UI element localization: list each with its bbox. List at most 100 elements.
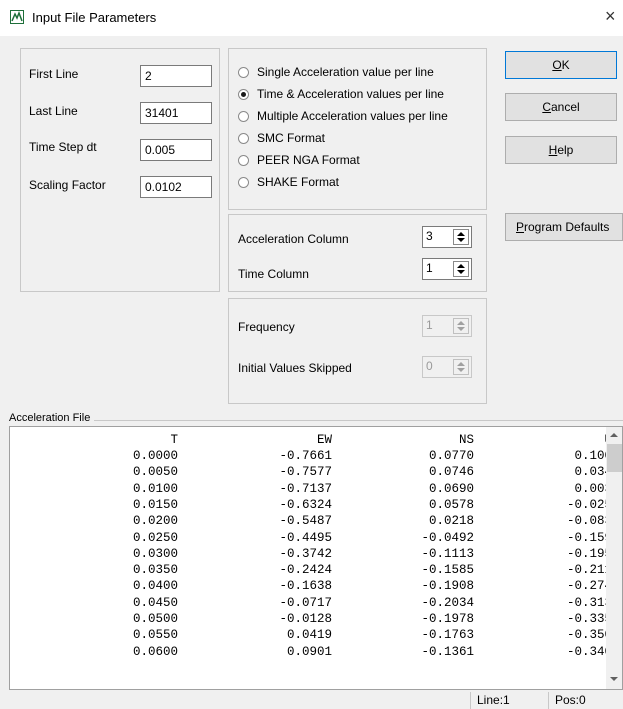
cancel-mnemonic: C — [542, 100, 551, 114]
table-cell: -0.1585 — [421, 563, 474, 578]
table-cell: 0.0200 — [132, 514, 178, 529]
table-row: 0.0450 -0.0717 -0.2034 -0.313 — [10, 595, 612, 610]
spinner-arrows-icon[interactable] — [453, 261, 469, 277]
status-bar: Line:1 Pos:0 — [0, 690, 623, 709]
table-cell: -0.2424 — [279, 563, 332, 578]
skipped-spinner[interactable]: 0 — [422, 356, 472, 378]
frequency-group — [228, 298, 487, 404]
table-cell: 0.0300 — [132, 546, 178, 561]
spinner-value: 1 — [426, 318, 433, 332]
table-cell: 0.0746 — [428, 465, 474, 480]
header-t: T — [170, 433, 178, 447]
header-ns: NS — [458, 433, 474, 447]
radio-single[interactable]: Single Acceleration value per line — [238, 61, 448, 83]
table-cell: -0.0492 — [421, 530, 474, 545]
acceleration-column-label: Acceleration Column — [238, 232, 349, 246]
ok-label: K — [561, 58, 570, 72]
table-cell: 0.0100 — [132, 481, 178, 496]
window-title: Input File Parameters — [32, 10, 157, 25]
scroll-thumb[interactable] — [607, 444, 622, 472]
header-row: T EW NS U — [10, 433, 612, 447]
frequency-label: Frequency — [238, 320, 295, 334]
table-cell: 0.0600 — [132, 644, 178, 659]
table-row: 0.0050 -0.7577 0.0746 0.034 — [10, 465, 612, 480]
radio-label: Single Acceleration value per line — [257, 65, 434, 79]
radio-button[interactable] — [238, 154, 249, 166]
header-ew: EW — [316, 433, 332, 447]
scaling-factor-label: Scaling Factor — [29, 178, 106, 192]
table-row: 0.0250 -0.4495 -0.0492 -0.159 — [10, 530, 612, 545]
scroll-down-icon[interactable] — [610, 677, 618, 681]
table-cell: -0.4495 — [279, 530, 332, 545]
last-line-label: Last Line — [29, 104, 78, 118]
cancel-button[interactable]: Cancel — [505, 93, 617, 121]
cancel-label: ancel — [550, 100, 580, 114]
radio-button[interactable] — [238, 132, 249, 144]
ok-button[interactable]: OK — [505, 51, 617, 79]
table-row: 0.0000 -0.7661 0.0770 0.100 — [10, 449, 612, 463]
time-step-field[interactable]: 0.005 — [140, 139, 212, 161]
radio-label: SHAKE Format — [257, 175, 340, 189]
radio-label: PEER NGA Format — [257, 153, 360, 167]
table-cell: -0.2034 — [421, 595, 474, 610]
table-row: 0.0200 -0.5487 0.0218 -0.083 — [10, 514, 612, 529]
table-cell: -0.7577 — [279, 465, 332, 480]
vertical-scrollbar[interactable] — [606, 427, 622, 689]
ok-mnemonic: O — [552, 58, 562, 72]
first-line-field[interactable]: 2 — [140, 65, 212, 87]
radio-peer[interactable]: PEER NGA Format — [238, 149, 448, 171]
radio-label: Time & Acceleration values per line — [257, 87, 444, 101]
spinner-arrows-icon[interactable] — [453, 229, 469, 245]
acceleration-file-view[interactable]: T EW NS U 0.0000-0.76610.07700.100 0.0050… — [9, 426, 623, 690]
radio-button[interactable] — [238, 110, 249, 122]
table-row: 0.0500 -0.0128 -0.1978 -0.335 — [10, 612, 612, 626]
table-row: 0.0400 -0.1638 -0.1908 -0.274 — [10, 579, 612, 593]
table-cell: -0.5487 — [279, 514, 332, 529]
scroll-up-icon[interactable] — [610, 433, 618, 437]
table-cell: 0.0578 — [428, 497, 474, 512]
radio-button[interactable] — [238, 176, 249, 188]
help-label: elp — [557, 143, 574, 157]
acceleration-file-divider — [90, 420, 623, 421]
table-row: 0.0600 0.0901 -0.1361 -0.340 — [10, 644, 612, 659]
radio-smc[interactable]: SMC Format — [238, 127, 448, 149]
acceleration-column-spinner[interactable]: 3 — [422, 226, 472, 248]
spinner-arrows-icon[interactable] — [453, 318, 469, 334]
table-cell: 0.0218 — [428, 514, 474, 529]
table-cell: 0.0350 — [132, 563, 178, 578]
radio-time-accel[interactable]: Time & Acceleration values per line — [238, 83, 448, 105]
scaling-factor-field[interactable]: 0.0102 — [140, 176, 212, 198]
radio-shake[interactable]: SHAKE Format — [238, 171, 448, 193]
spinner-value[interactable]: 1 — [426, 261, 433, 275]
defaults-label: rogram Defaults — [524, 220, 610, 234]
table-cell: 0.0500 — [132, 612, 178, 626]
table-cell: 0.0901 — [286, 644, 332, 659]
radio-button-selected[interactable] — [238, 88, 249, 100]
last-line-field[interactable]: 31401 — [140, 102, 212, 124]
radio-multiple[interactable]: Multiple Acceleration values per line — [238, 105, 448, 127]
radio-button[interactable] — [238, 66, 249, 78]
table-cell: 0.0419 — [286, 628, 332, 643]
time-step-label: Time Step dt — [29, 140, 97, 154]
table-cell: -0.7661 — [279, 449, 332, 463]
spinner-arrows-icon[interactable] — [453, 359, 469, 375]
table-cell: -0.1763 — [421, 628, 474, 643]
spinner-value: 0 — [426, 359, 433, 373]
table-cell: 0.0550 — [132, 628, 178, 643]
table-cell: 0.0050 — [132, 465, 178, 480]
program-defaults-button[interactable]: Program Defaults — [505, 213, 623, 241]
radio-label: SMC Format — [257, 131, 326, 145]
table-cell: -0.0717 — [279, 595, 332, 610]
help-button[interactable]: Help — [505, 136, 617, 164]
close-icon[interactable]: × — [605, 6, 616, 27]
table-cell: 0.0150 — [132, 497, 178, 512]
app-icon — [10, 10, 24, 24]
radio-label: Multiple Acceleration values per line — [257, 109, 448, 123]
frequency-spinner[interactable]: 1 — [422, 315, 472, 337]
time-column-spinner[interactable]: 1 — [422, 258, 472, 280]
table-row: 0.0100 -0.7137 0.0690 0.003 — [10, 481, 612, 496]
initial-values-skipped-label: Initial Values Skipped — [238, 361, 352, 375]
spinner-value[interactable]: 3 — [426, 229, 433, 243]
table-cell: -0.3742 — [279, 546, 332, 561]
table-row: 0.0150 -0.6324 0.0578 -0.025 — [10, 497, 612, 512]
